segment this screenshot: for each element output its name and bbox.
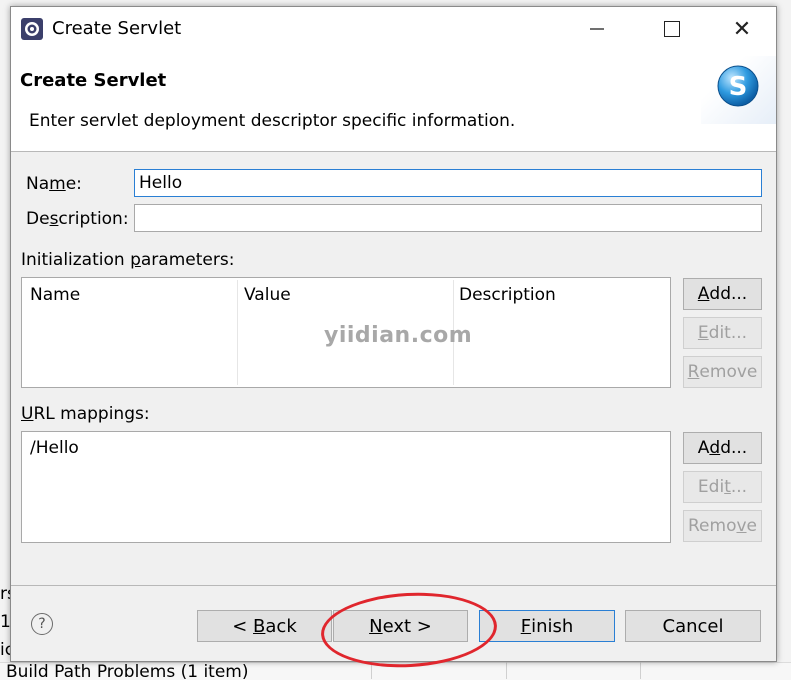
name-label: Name:	[26, 174, 82, 194]
title-bar[interactable]: Create Servlet ✕	[11, 7, 776, 51]
servlet-icon-letter: S	[729, 72, 748, 102]
eclipse-app-icon	[21, 18, 43, 40]
add-url-mapping-button[interactable]: Ad d...	[683, 432, 762, 464]
edit-url-mapping-button[interactable]: Edi t...	[683, 471, 762, 503]
minimize-icon	[590, 28, 604, 30]
url-mappings-label: URL mappings:	[21, 404, 150, 424]
url-mappings-list[interactable]: /Hello	[21, 431, 671, 543]
close-icon: ✕	[732, 16, 752, 42]
finish-button[interactable]: Finish	[479, 610, 615, 642]
close-button[interactable]: ✕	[717, 7, 767, 51]
init-params-label: Initialization parameters:	[21, 250, 235, 270]
column-header-value[interactable]: Value	[244, 285, 291, 305]
help-icon[interactable]: ?	[31, 613, 53, 635]
annotation-highlight-ring	[319, 588, 499, 672]
wizard-page-title: Create Servlet	[20, 70, 167, 91]
description-input[interactable]	[134, 204, 762, 232]
wizard-page-description: Enter servlet deployment descriptor spec…	[29, 111, 516, 131]
cancel-button[interactable]: Cancel	[625, 610, 761, 642]
column-divider	[237, 280, 238, 385]
edit-init-param-button[interactable]: Edit...	[683, 317, 762, 349]
remove-init-param-button[interactable]: Remove	[683, 356, 762, 388]
url-mapping-item[interactable]: /Hello	[30, 438, 79, 458]
watermark-text: yiidian.com	[324, 323, 473, 348]
column-header-description[interactable]: Description	[459, 285, 556, 305]
remove-url-mapping-button[interactable]: Remo v e	[683, 510, 762, 542]
description-label: Description:	[26, 209, 129, 229]
maximize-button[interactable]	[647, 7, 697, 51]
column-header-name[interactable]: Name	[30, 285, 80, 305]
add-init-param-button[interactable]: Add...	[683, 278, 762, 310]
maximize-icon	[664, 21, 680, 37]
window-title: Create Servlet	[52, 18, 182, 39]
banner-image: S	[701, 56, 776, 124]
footer-divider	[11, 585, 776, 586]
back-button[interactable]: < Back	[197, 610, 332, 642]
problems-view-item[interactable]: Build Path Problems (1 item)	[6, 662, 248, 682]
name-input[interactable]: Hello	[134, 169, 762, 197]
create-servlet-dialog: Create Servlet ✕ Create Servlet Enter se…	[10, 6, 777, 672]
servlet-icon: S	[717, 65, 759, 107]
minimize-button[interactable]	[572, 7, 622, 51]
column-divider	[506, 662, 507, 679]
wizard-banner: Create Servlet Enter servlet deployment …	[11, 51, 776, 152]
column-divider	[640, 662, 641, 679]
